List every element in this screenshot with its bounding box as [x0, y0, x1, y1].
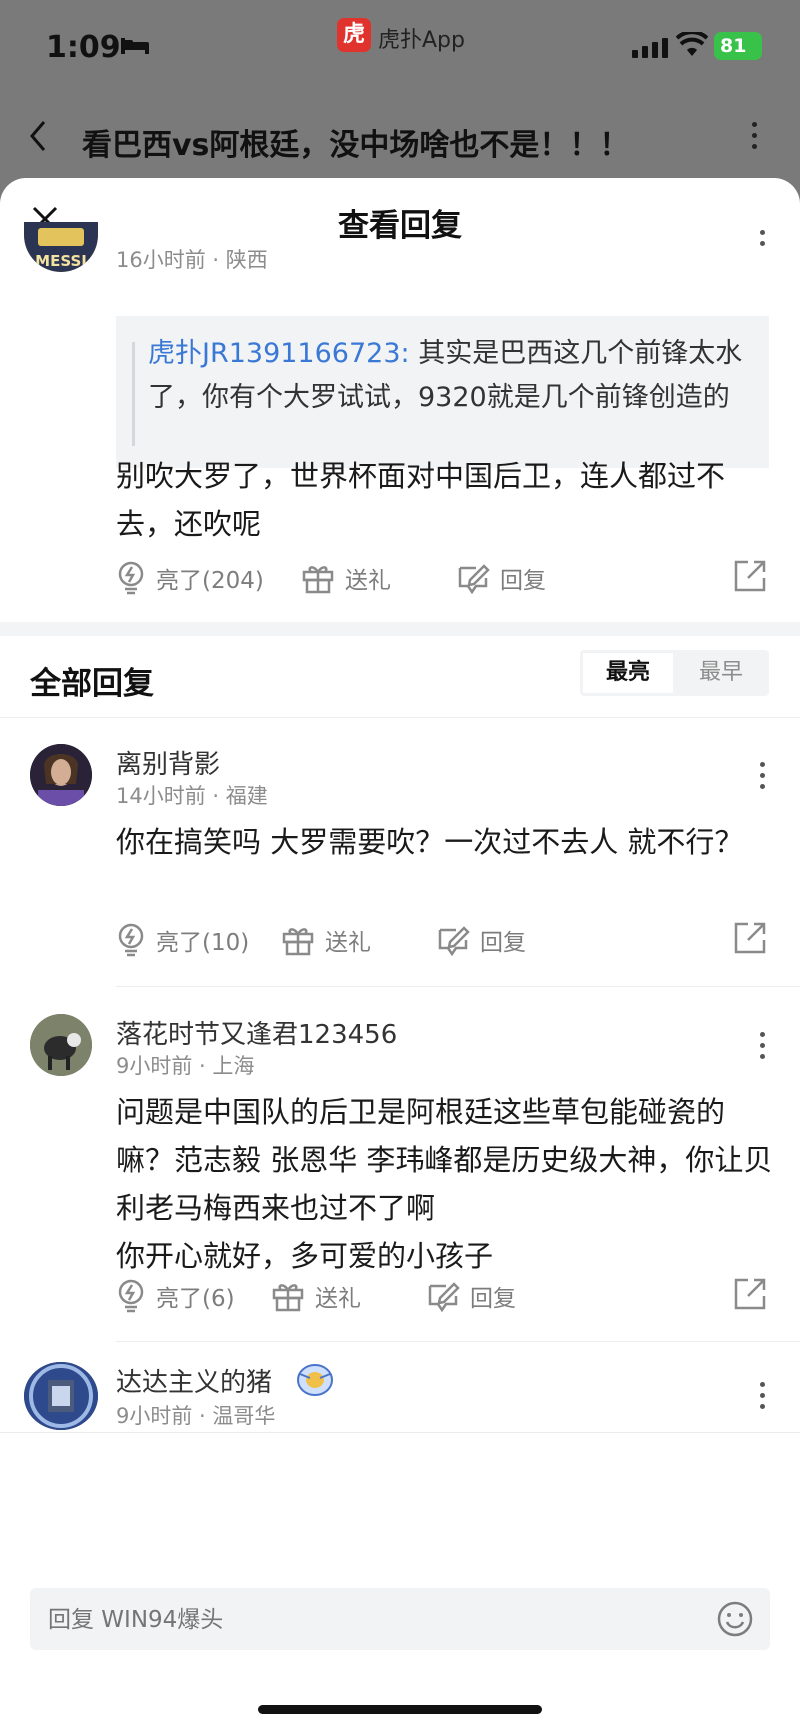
lightbulb-icon	[118, 561, 144, 595]
lightbulb-icon	[118, 923, 144, 957]
gift-icon	[282, 928, 314, 956]
edit-reply-icon	[438, 926, 470, 956]
reply-body: 你在搞笑吗 大罗需要吹？一次过不去人 就不行？	[116, 825, 744, 859]
light-count: 亮了(6)	[156, 1286, 235, 1312]
edit-reply-icon	[428, 1282, 460, 1312]
more-options-icon[interactable]	[752, 122, 760, 152]
wifi-icon	[676, 32, 708, 56]
more-options-icon[interactable]	[760, 762, 766, 795]
status-time: 1:09	[46, 30, 121, 65]
share-icon[interactable]	[734, 922, 766, 954]
reply-body: 问题是中国队的后卫是阿根廷这些草包能碰瓷的嘛？范志毅 张恩华 李玮峰都是历史级大…	[116, 1088, 776, 1280]
gift-button[interactable]: 送礼	[271, 1276, 361, 1316]
username[interactable]: 落花时节又逢君123456	[116, 1014, 397, 1051]
reply-meta: 9小时前 · 上海	[116, 1054, 255, 1078]
quoted-reply: 虎扑JR1391166723: 其实是巴西这几个前锋太水了，你有个大罗试试，93…	[116, 316, 769, 468]
user-photo-icon	[30, 744, 92, 806]
sleep-mode-icon	[121, 38, 149, 54]
light-count: 亮了(204)	[156, 568, 264, 594]
gift-button[interactable]: 送礼	[301, 558, 391, 598]
app-name: 虎扑App	[378, 28, 465, 53]
sheet-title: 查看回复	[338, 208, 462, 244]
hupu-app-icon: 虎	[337, 18, 371, 52]
post-title: 看巴西vs阿根廷，没中场啥也不是！！！	[82, 128, 630, 163]
user-photo-icon	[30, 1014, 92, 1076]
gift-icon	[272, 1284, 304, 1312]
emoji-icon[interactable]	[716, 1600, 754, 1638]
username[interactable]: 达达主义的猪	[116, 1362, 272, 1399]
all-replies-title: 全部回复	[30, 666, 154, 702]
gift-button[interactable]: 送礼	[281, 920, 371, 960]
reply-button[interactable]: 回复	[426, 1276, 516, 1316]
more-options-icon[interactable]	[760, 230, 766, 252]
sort-earliest-tab[interactable]: 最早	[676, 653, 766, 693]
reply-label: 回复	[500, 568, 546, 594]
home-indicator	[258, 1705, 542, 1714]
reply-meta: 14小时前 · 福建	[116, 784, 268, 808]
divider	[0, 717, 800, 718]
gift-icon	[302, 566, 334, 594]
quote-text: 虎扑JR1391166723: 其实是巴西这几个前锋太水了，你有个大罗试试，93…	[148, 332, 748, 420]
share-icon[interactable]	[734, 560, 766, 592]
reply-actions: 亮了(6) 送礼 回复	[116, 1276, 766, 1316]
username[interactable]: 离别背影	[116, 744, 220, 781]
user-photo-icon	[24, 1362, 98, 1430]
battery-indicator: 81	[714, 32, 762, 60]
reply-label: 回复	[480, 930, 526, 956]
more-options-icon[interactable]	[760, 1382, 766, 1415]
reply-body-line: 问题是中国队的后卫是阿根廷这些草包能碰瓷的嘛？范志毅 张恩华 李玮峰都是历史级大…	[116, 1095, 773, 1225]
messi-badge-icon: MESSI	[24, 222, 98, 272]
divider	[116, 986, 800, 987]
reply-sheet: 查看回复 MESSI 16小时前 · 陕西 虎扑JR1391166723: 其实…	[0, 178, 800, 1731]
avatar[interactable]	[30, 744, 92, 806]
reply-meta: 9小时前 · 温哥华	[116, 1404, 276, 1428]
svg-text:MESSI: MESSI	[35, 252, 87, 270]
light-button[interactable]: 亮了(10)	[116, 920, 249, 960]
more-options-icon[interactable]	[760, 1032, 766, 1065]
reply-body-line: 你开心就好，多可爱的小孩子	[116, 1239, 494, 1273]
reply-input[interactable]	[46, 1588, 690, 1652]
gift-label: 送礼	[315, 1286, 361, 1312]
section-divider	[0, 622, 800, 636]
sort-toggle: 最亮 最早	[580, 650, 769, 696]
status-bar: 1:09 虎 虎扑App 81	[0, 0, 800, 96]
back-arrow-icon[interactable]	[26, 118, 50, 154]
quote-author-link[interactable]: 虎扑JR1391166723:	[148, 338, 410, 369]
cellular-signal-icon	[632, 38, 668, 58]
user-badge-icon	[297, 1364, 333, 1396]
avatar[interactable]: MESSI	[24, 222, 98, 272]
input-area	[0, 1433, 800, 1731]
reply-button[interactable]: 回复	[456, 558, 546, 598]
reply-actions: 亮了(10) 送礼 回复	[116, 920, 766, 960]
lightbulb-icon	[118, 1279, 144, 1313]
reply-actions: 亮了(204) 送礼 回复	[116, 558, 766, 598]
reply-meta: 16小时前 · 陕西	[116, 248, 268, 272]
quote-bar	[132, 342, 135, 446]
gift-label: 送礼	[345, 568, 391, 594]
avatar[interactable]	[30, 1014, 92, 1076]
edit-reply-icon	[458, 564, 490, 594]
share-icon[interactable]	[734, 1278, 766, 1310]
light-count: 亮了(10)	[156, 930, 250, 956]
avatar[interactable]	[24, 1362, 98, 1430]
reply-label: 回复	[470, 1286, 516, 1312]
light-button[interactable]: 亮了(204)	[116, 558, 264, 598]
divider	[116, 1341, 800, 1342]
reply-body: 别吹大罗了，世界杯面对中国后卫，连人都过不去，还吹呢	[116, 459, 726, 541]
sort-hottest-tab[interactable]: 最亮	[583, 653, 673, 693]
gift-label: 送礼	[325, 930, 371, 956]
light-button[interactable]: 亮了(6)	[116, 1276, 235, 1316]
reply-button[interactable]: 回复	[436, 920, 526, 960]
reply-input-bar[interactable]	[30, 1588, 770, 1652]
